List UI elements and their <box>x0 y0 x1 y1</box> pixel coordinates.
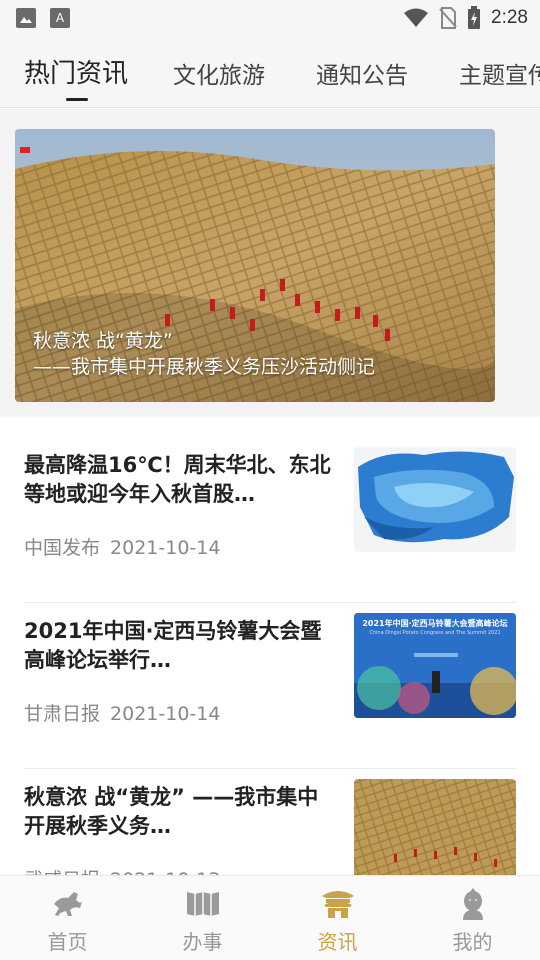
news-thumbnail <box>354 447 516 552</box>
desert-sand-image <box>354 779 516 884</box>
battery-icon <box>468 6 481 29</box>
banner-caption-line2: ——我市集中开展秋季义务压沙活动侧记 <box>33 356 376 378</box>
news-source: 中国发布 <box>24 537 101 559</box>
pavilion-icon <box>321 891 354 918</box>
tab-notices[interactable]: 通知公告 <box>316 56 408 90</box>
status-bar: A 2:28 <box>0 0 540 36</box>
buddha-head-icon <box>462 888 483 920</box>
banner-caption-line1: 秋意浓 战“黄龙” <box>33 330 173 352</box>
banner-caption: 秋意浓 战“黄龙” ——我市集中开展秋季义务压沙活动侧记 <box>33 328 375 380</box>
news-thumbnail <box>354 779 516 884</box>
wifi-icon <box>404 8 429 27</box>
nav-profile[interactable]: 我的 <box>405 876 540 960</box>
news-date: 2021-10-14 <box>110 537 221 559</box>
news-source: 甘肃日报 <box>24 703 101 725</box>
clock: 2:28 <box>491 7 528 28</box>
image-icon <box>16 8 36 28</box>
news-thumbnail: 2021年中国·定西马铃薯大会暨高峰论坛 China Dingxi Potato… <box>354 613 516 718</box>
news-title: 2021年中国·定西马铃薯大会暨高峰论坛举行… <box>24 619 322 672</box>
nav-label: 资讯 <box>317 930 358 954</box>
active-tab-indicator <box>66 98 88 101</box>
folding-screen-icon <box>186 892 219 916</box>
tab-culture-tourism[interactable]: 文化旅游 <box>173 56 265 90</box>
nav-label: 首页 <box>47 930 88 954</box>
nav-news[interactable]: 资讯 <box>270 876 405 960</box>
thumb-banner-title: 2021年中国·定西马铃薯大会暨高峰论坛 <box>362 619 508 628</box>
tab-hot-news[interactable]: 热门资讯 <box>24 53 128 90</box>
news-meta: 甘肃日报 2021-10-14 <box>24 699 220 726</box>
nav-services[interactable]: 办事 <box>135 876 270 960</box>
tab-theme-promotion[interactable]: 主题宣传 <box>459 56 540 90</box>
nav-label: 办事 <box>182 930 223 954</box>
list-item[interactable]: 2021年中国·定西马铃薯大会暨高峰论坛举行… 甘肃日报 2021-10-14 2… <box>24 603 516 769</box>
bottom-navigation: 首页 办事 资讯 我的 <box>0 875 540 960</box>
category-tabs: 热门资讯 文化旅游 通知公告 主题宣传 <box>0 36 540 108</box>
nav-home[interactable]: 首页 <box>0 876 135 960</box>
news-title: 秋意浓 战“黄龙” ——我市集中开展秋季义务… <box>24 785 319 838</box>
galloping-horse-icon <box>53 892 82 916</box>
text-a-icon: A <box>50 8 70 28</box>
thumb-banner-subtitle: China Dingxi Potato Congress and The Sum… <box>369 630 501 636</box>
nav-label: 我的 <box>452 930 493 954</box>
no-sim-icon <box>439 7 457 29</box>
news-date: 2021-10-14 <box>110 703 221 725</box>
list-item[interactable]: 最高降温16℃！周末华北、东北等地或迎今年入秋首股… 中国发布 2021-10-1… <box>24 437 516 603</box>
banner-card[interactable]: 秋意浓 战“黄龙” ——我市集中开展秋季义务压沙活动侧记 <box>15 129 495 402</box>
weather-map-image <box>354 447 516 552</box>
news-meta: 中国发布 2021-10-14 <box>24 533 220 560</box>
news-title: 最高降温16℃！周末华北、东北等地或迎今年入秋首股… <box>24 453 331 506</box>
banner-section: 秋意浓 战“黄龙” ——我市集中开展秋季义务压沙活动侧记 <box>0 109 540 417</box>
